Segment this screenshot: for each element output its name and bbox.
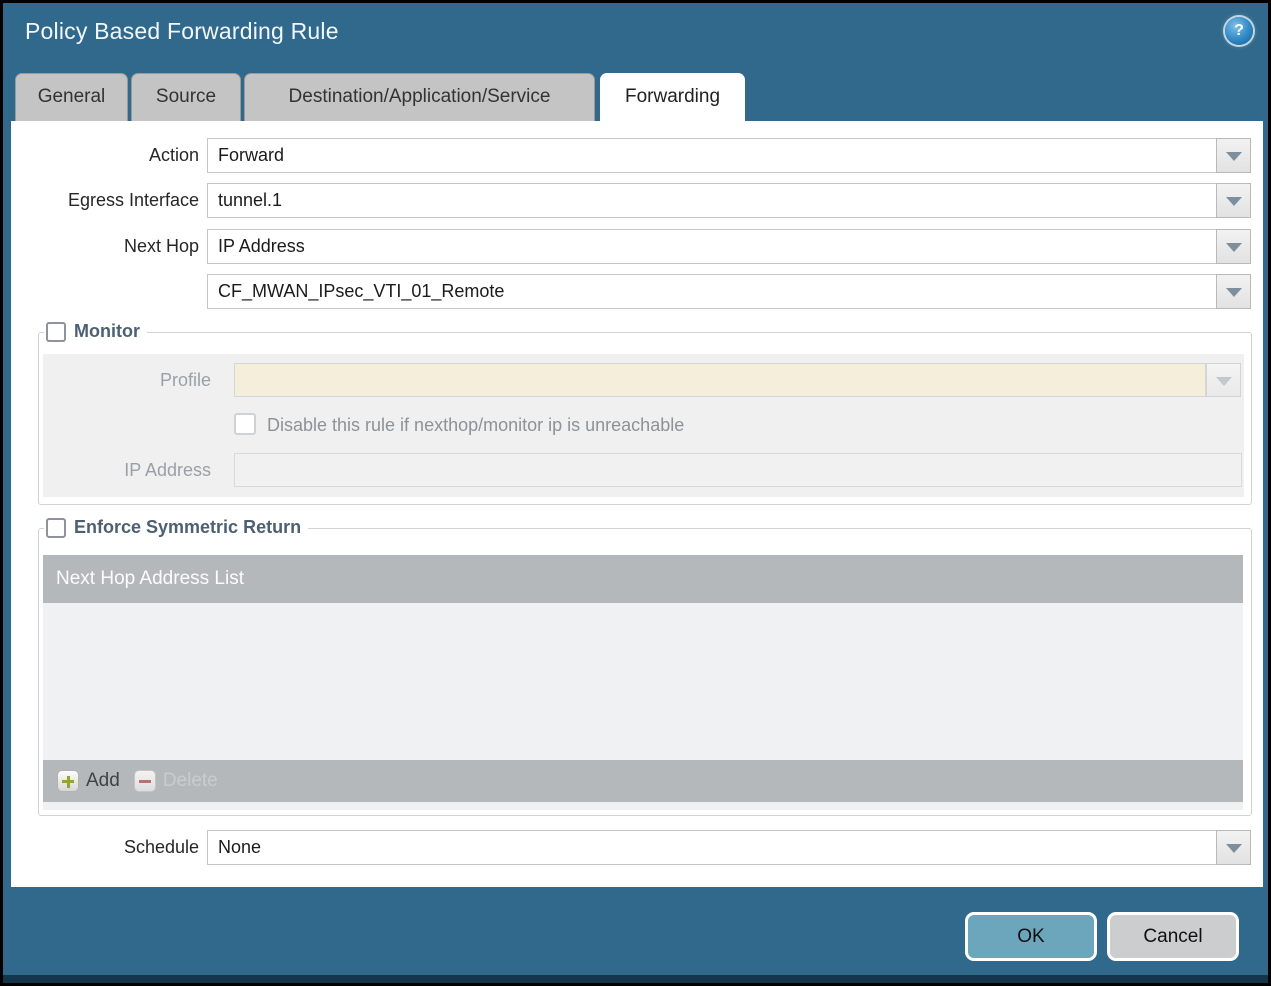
schedule-label: Schedule bbox=[123, 837, 199, 857]
next-hop-label: Next Hop bbox=[123, 236, 199, 256]
add-button-label: Add bbox=[86, 770, 120, 791]
monitor-legend: Monitor bbox=[44, 321, 147, 342]
egress-interface-label: Egress Interface bbox=[67, 190, 199, 210]
profile-dropdown-button bbox=[1206, 363, 1241, 397]
enforce-symmetric-return-checkbox[interactable] bbox=[46, 517, 66, 538]
egress-interface-dropdown-button[interactable] bbox=[1216, 183, 1251, 218]
chevron-down-icon bbox=[1226, 288, 1242, 297]
egress-interface-select[interactable]: tunnel.1 bbox=[207, 183, 1217, 218]
next-hop-address-dropdown-button[interactable] bbox=[1216, 274, 1251, 309]
disable-rule-label: Disable this rule if nexthop/monitor ip … bbox=[267, 415, 685, 435]
help-icon[interactable]: ? bbox=[1225, 17, 1253, 45]
forwarding-tab-panel: Action Forward Egress Interface tunnel.1… bbox=[11, 121, 1263, 887]
next-hop-address-list-header[interactable]: Next Hop Address List bbox=[43, 555, 1243, 603]
delete-button-label: Delete bbox=[162, 770, 218, 791]
chevron-down-icon bbox=[1226, 152, 1242, 161]
pbf-rule-dialog: Policy Based Forwarding Rule ? General S… bbox=[0, 0, 1271, 986]
next-hop-address-select[interactable]: CF_MWAN_IPsec_VTI_01_Remote bbox=[207, 274, 1217, 309]
monitor-ip-address-input bbox=[234, 453, 1242, 487]
action-label: Action bbox=[148, 145, 199, 165]
monitor-ip-address-label: IP Address bbox=[124, 460, 211, 480]
tab-source[interactable]: Source bbox=[131, 73, 241, 121]
action-select[interactable]: Forward bbox=[207, 138, 1217, 173]
chevron-down-icon bbox=[1226, 197, 1242, 206]
add-button[interactable]: Add bbox=[57, 770, 120, 792]
chevron-down-icon bbox=[1226, 243, 1242, 252]
ok-button[interactable]: OK bbox=[965, 912, 1097, 961]
tab-forwarding[interactable]: Forwarding bbox=[600, 73, 745, 121]
monitor-group: Monitor Profile Disable this rule if nex… bbox=[38, 321, 1252, 505]
delete-button: Delete bbox=[133, 770, 218, 792]
tab-general[interactable]: General bbox=[15, 73, 128, 121]
symmetric-return-legend: Enforce Symmetric Return bbox=[44, 517, 309, 538]
schedule-select[interactable]: None bbox=[207, 830, 1217, 865]
next-hop-address-table: Next Hop Address List Add Delete bbox=[43, 555, 1243, 810]
plus-icon bbox=[57, 770, 79, 792]
bottom-accent-strip bbox=[3, 975, 1268, 983]
action-dropdown-button[interactable] bbox=[1216, 138, 1251, 173]
chevron-down-icon bbox=[1216, 377, 1232, 386]
monitor-checkbox[interactable] bbox=[46, 321, 66, 342]
monitor-label: Monitor bbox=[74, 321, 140, 341]
dialog-title: Policy Based Forwarding Rule bbox=[25, 18, 339, 44]
enforce-symmetric-return-label: Enforce Symmetric Return bbox=[74, 517, 302, 537]
next-hop-type-select[interactable]: IP Address bbox=[207, 229, 1217, 264]
schedule-dropdown-button[interactable] bbox=[1216, 830, 1251, 865]
profile-select bbox=[234, 363, 1206, 397]
chevron-down-icon bbox=[1226, 844, 1242, 853]
symmetric-return-group: Enforce Symmetric Return Next Hop Addres… bbox=[38, 517, 1252, 816]
table-toolbar: Add Delete bbox=[43, 760, 1243, 802]
disable-rule-checkbox bbox=[234, 413, 256, 435]
profile-label: Profile bbox=[159, 370, 211, 390]
minus-icon bbox=[133, 770, 156, 792]
tab-destination-application-service[interactable]: Destination/Application/Service bbox=[244, 73, 595, 121]
cancel-button[interactable]: Cancel bbox=[1107, 912, 1239, 961]
next-hop-type-dropdown-button[interactable] bbox=[1216, 229, 1251, 264]
next-hop-address-list-body[interactable] bbox=[43, 603, 1243, 760]
